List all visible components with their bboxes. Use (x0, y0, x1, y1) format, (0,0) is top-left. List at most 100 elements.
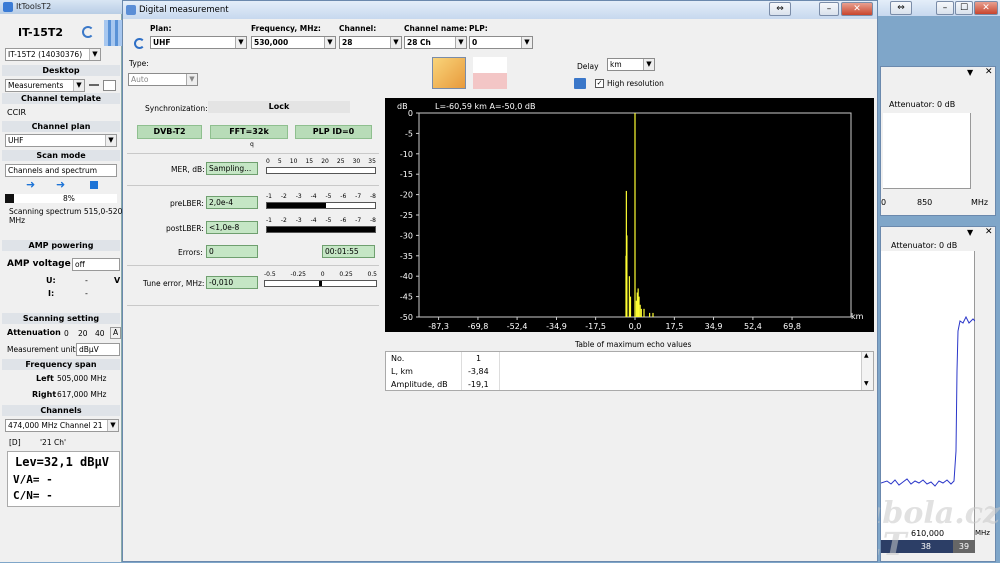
elapsed-timer: 00:01:55 (322, 245, 375, 258)
att-20-button[interactable]: 20 (78, 329, 88, 338)
plp-id-badge: PLP ID=0 (295, 125, 372, 139)
right-freq-value[interactable]: 617,000 MHz (57, 390, 106, 399)
high-resolution-checkbox[interactable]: ✓ (595, 79, 604, 88)
channel-name-label: Channel name: (404, 24, 468, 33)
ber-tick: -7 (355, 193, 362, 200)
postber-scale: -1 -2 -3 -4 -5 -6 -7 -8 (266, 217, 376, 233)
window-icon[interactable] (103, 80, 116, 91)
plan-label: Plan: (150, 24, 172, 33)
refresh-icon[interactable] (134, 38, 145, 49)
channel-name-select[interactable]: 28 Ch ▼ (404, 36, 467, 49)
y-tick-label: -30 (400, 231, 413, 240)
x-tick-label: -87,3 (428, 322, 449, 331)
ber-tick: -7 (355, 217, 362, 224)
delay-label: Delay (577, 62, 599, 71)
chart-xlabel: km (851, 312, 864, 321)
channel-39-bar[interactable]: 39 (953, 540, 975, 553)
q-label: q (250, 141, 254, 148)
channel-plan-select[interactable]: UHF ▼ (5, 134, 117, 147)
type-select[interactable]: Auto ▼ (128, 73, 198, 86)
y-tick-label: -40 (400, 272, 413, 281)
stop-icon[interactable] (90, 181, 98, 189)
scroll-up-icon[interactable]: ▲ (864, 352, 869, 359)
restore-icon[interactable]: ⇔ (890, 1, 912, 15)
chevron-down-icon: ▼ (455, 37, 466, 48)
close-icon[interactable]: ✕ (841, 2, 873, 16)
top-unit: MHz (971, 198, 989, 207)
maximize-icon[interactable]: ☐ (955, 1, 973, 15)
x-tick-label: 52,4 (744, 322, 762, 331)
y-tick-label: -10 (400, 150, 413, 159)
arrow-right-icon[interactable]: ➜ (26, 178, 35, 191)
plan-select[interactable]: UHF ▼ (150, 36, 247, 49)
scanning-setting-header: Scanning setting (2, 313, 120, 324)
row-key: Amplitude, dB (391, 380, 448, 389)
minimize-icon[interactable]: – (936, 1, 954, 15)
table-scrollbar[interactable]: ▲ ▼ (861, 352, 873, 390)
minus-icon[interactable] (89, 84, 99, 86)
scroll-down-icon[interactable]: ▼ (864, 380, 869, 387)
close-icon[interactable]: ✕ (974, 1, 998, 15)
postber-label: postLBER: (166, 224, 204, 233)
device-select[interactable]: IT-15T2 (14030376) ▼ (5, 48, 101, 61)
preber-scale-bar (266, 202, 376, 209)
plp-select[interactable]: 0 ▼ (469, 36, 533, 49)
postber-value: <1,0e-8 (206, 221, 258, 234)
meas-units-select[interactable]: dBµV (76, 343, 120, 356)
desktop-select[interactable]: Measurements ▼ (5, 79, 85, 92)
top-xtick-0: 0 (881, 198, 887, 207)
channel-select[interactable]: 474,000 MHz Channel 21 ▼ (5, 419, 119, 432)
close-icon[interactable]: ✕ (985, 227, 993, 237)
device-name: IT-15T2 (18, 26, 64, 39)
ber-tick: -5 (325, 217, 332, 224)
scan-mode-select[interactable]: Channels and spectrum (5, 164, 117, 177)
att-40-button[interactable]: 40 (95, 329, 105, 338)
constellation-icon[interactable] (432, 57, 466, 89)
y-tick-label: -15 (400, 170, 413, 179)
minimize-icon[interactable]: – (819, 2, 839, 16)
ber-tick: -1 (266, 217, 272, 224)
spectrum-icon[interactable] (104, 20, 122, 46)
tune-indicator (319, 281, 322, 286)
preber-scale: -1 -2 -3 -4 -5 -6 -7 -8 (266, 193, 376, 209)
frequency-select[interactable]: 530,000 ▼ (251, 36, 336, 49)
scan-progress-fill (5, 194, 14, 203)
fast-forward-icon[interactable]: ➜ (56, 178, 65, 191)
left-freq-label: Left (36, 374, 54, 383)
echo-chart-icon[interactable] (473, 57, 507, 89)
echo-chart: dB L=-60,59 km A=-50,0 dB km 0 -5 -10 -15 -2… (385, 98, 874, 332)
postber-scale-bar (266, 226, 376, 233)
att-0-button[interactable]: 0 (64, 329, 69, 338)
att-auto-button[interactable]: A (110, 327, 121, 339)
desktop-select-value: Measurements (8, 81, 64, 90)
restore-icon[interactable]: ⇔ (769, 2, 791, 16)
echo-chart-svg: dB L=-60,59 km A=-50,0 dB km 0 -5 -10 -15 -2… (397, 102, 864, 331)
dvb-mode-badge: DVB-T2 (137, 125, 202, 139)
dialog-icon (126, 5, 136, 15)
mer-tick: 5 (277, 158, 282, 165)
amp-voltage-select[interactable]: off (72, 258, 120, 271)
chevron-down-icon[interactable]: ▼ (967, 68, 973, 77)
app-title: ItToolsT2 (16, 2, 52, 11)
top-attenuator-label: Attenuator: 0 dB (889, 100, 956, 109)
app-icon (3, 2, 13, 12)
chevron-down-icon: ▼ (89, 49, 100, 60)
frequency-label: Frequency, MHz: (251, 24, 321, 33)
chevron-down-icon[interactable]: ▼ (967, 228, 973, 237)
row-value: 1 (476, 354, 482, 363)
mer-tick: 15 (305, 158, 314, 165)
chevron-down-icon: ▼ (73, 80, 84, 91)
delay-unit-select[interactable]: km ▼ (607, 58, 655, 71)
channel-select[interactable]: 28 ▼ (339, 36, 402, 49)
u-unit: V (114, 276, 121, 285)
left-freq-value[interactable]: 505,000 MHz (57, 374, 106, 383)
spectrum-window-top: ▼ ✕ Attenuator: 0 dB 0 850 MHz (880, 66, 996, 216)
mer-tick: 10 (289, 158, 298, 165)
scan-mode-select-value: Channels and spectrum (8, 166, 98, 175)
save-icon[interactable] (574, 78, 586, 89)
tune-tick: -0.5 (264, 271, 276, 278)
x-tick-label: -52,4 (507, 322, 528, 331)
meas-units-value: dBµV (79, 345, 99, 354)
close-icon[interactable]: ✕ (985, 67, 993, 77)
refresh-icon[interactable] (82, 26, 94, 38)
